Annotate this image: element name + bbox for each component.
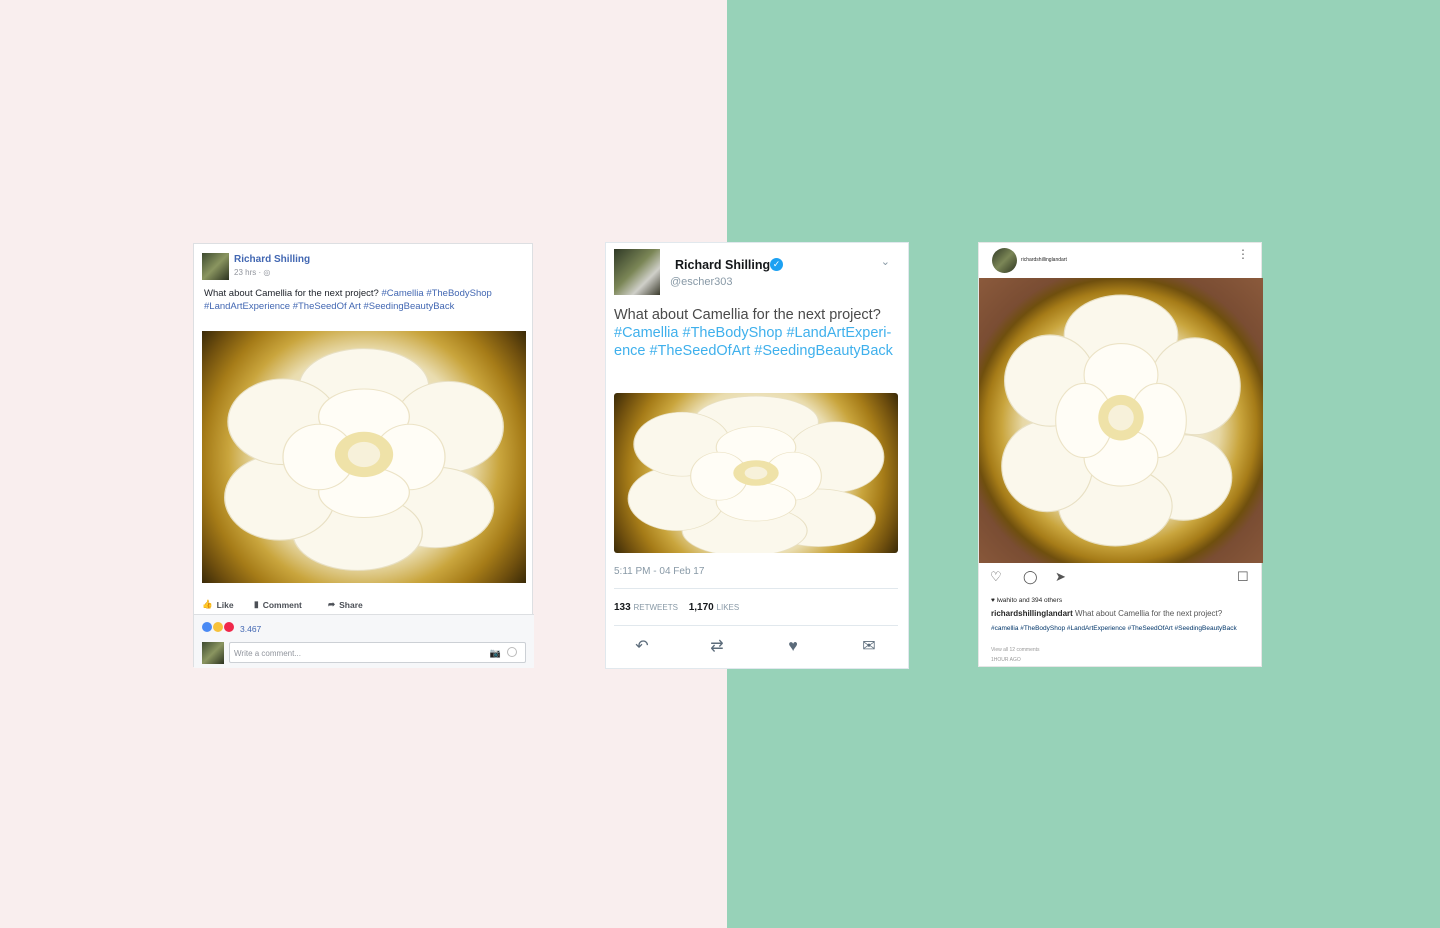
thumbs-up-icon: 👍 (202, 599, 213, 609)
chevron-down-icon[interactable]: ⌄ (881, 255, 890, 268)
post-text: What about Camellia for the next project… (204, 287, 524, 313)
camellia-flower-image (1001, 294, 1241, 547)
caption-username[interactable]: richardshillinglandart (991, 609, 1073, 618)
reaction-count[interactable]: 3.467 (240, 624, 261, 634)
tweet-timestamp[interactable]: 5:11 PM - 04 Feb 17 (614, 566, 704, 577)
post-text-plain: What about Camellia for the next project… (204, 288, 379, 299)
heart-small-icon: ♥ (991, 597, 995, 604)
tweet-image[interactable] (614, 393, 898, 553)
avatar[interactable] (614, 249, 660, 295)
message-icon[interactable]: ✉ (858, 639, 880, 655)
post-age: 1HOUR AGO (991, 657, 1021, 663)
love-reaction-icon (224, 622, 234, 632)
post-time: 23 hrs · ◎ (234, 268, 270, 277)
wow-reaction-icon (213, 622, 223, 632)
reactions-area: 3.467 Write a comment... 📷 (194, 614, 534, 668)
facebook-post-card: Richard Shilling 23 hrs · ◎ What about C… (193, 243, 534, 668)
divider (614, 625, 898, 626)
author-name[interactable]: Richard Shilling (234, 254, 310, 265)
share-icon: ➦ (328, 599, 336, 609)
author-name[interactable]: Richard Shilling (675, 258, 770, 272)
post-image[interactable] (979, 278, 1263, 563)
avatar[interactable] (202, 253, 229, 280)
reaction-icons[interactable] (202, 622, 234, 632)
commenter-avatar (202, 642, 224, 664)
likes-label: LIKES (716, 603, 740, 612)
retweet-icon[interactable]: ⇄ (706, 639, 728, 655)
likes-summary[interactable]: ♥ lwahito and 394 others (991, 597, 1062, 604)
caption-text: What about Camellia for the next project… (1075, 609, 1223, 618)
likes-text: lwahito and 394 others (996, 597, 1063, 604)
more-options-icon[interactable]: ⋮ (1237, 248, 1249, 260)
heart-icon[interactable]: ♥ (782, 639, 804, 655)
camera-icon[interactable]: 📷 (490, 648, 501, 659)
like-count[interactable]: 1,170 (689, 602, 714, 613)
avatar[interactable] (992, 248, 1017, 273)
share-label: Share (339, 599, 363, 610)
comment-label: Comment (262, 599, 302, 610)
globe-icon: ◎ (263, 268, 271, 277)
divider (614, 588, 898, 589)
username[interactable]: richardshillinglandart (1021, 257, 1067, 263)
twitter-post-card: Richard Shilling ✓ @escher303 ⌄ What abo… (605, 242, 909, 669)
like-reaction-icon (202, 622, 212, 632)
post-time-text: 23 hrs · (234, 268, 262, 277)
tweet-text-plain: What about Camellia for the next project… (614, 307, 881, 323)
camellia-flower-image (627, 395, 885, 553)
camellia-flower-image (224, 348, 504, 571)
comment-icon: ▮ (254, 599, 259, 609)
instagram-post-card: richardshillinglandart ⋮ ♡ ◯ ➤ ☐ ♥ lwahi (978, 242, 1263, 667)
action-bar: 👍 Like ▮ Comment ➦ Share (194, 596, 534, 614)
tweet-text: What about Camellia for the next project… (614, 306, 904, 360)
author-handle[interactable]: @escher303 (670, 276, 733, 288)
tweet-stats: 133 RETWEETS 1,170 LIKES (614, 602, 747, 613)
reply-icon[interactable]: ↶ (631, 639, 653, 655)
retweet-count[interactable]: 133 (614, 602, 631, 613)
retweets-label: RETWEETS (633, 603, 678, 612)
post-image[interactable] (202, 331, 526, 583)
share-button[interactable]: ➦ Share (328, 599, 363, 610)
like-label: Like (216, 599, 234, 610)
like-button[interactable]: 👍 Like (202, 599, 234, 610)
comment-button[interactable]: ▮ Comment (254, 599, 302, 610)
caption: richardshillinglandart What about Camell… (991, 609, 1253, 618)
comment-icon[interactable]: ◯ (1023, 569, 1038, 585)
view-all-comments-link[interactable]: View all 12 comments (991, 647, 1040, 653)
caption-hashtags[interactable]: #camellia #TheBodyShop #LandArtExperienc… (991, 624, 1241, 633)
comment-input[interactable]: Write a comment... 📷 (229, 642, 526, 663)
verified-badge-icon: ✓ (770, 258, 783, 271)
heart-icon[interactable]: ♡ (990, 569, 1002, 585)
emoji-icon[interactable] (507, 647, 517, 657)
send-icon[interactable]: ➤ (1055, 569, 1066, 585)
comment-placeholder: Write a comment... (234, 649, 301, 658)
bookmark-icon[interactable]: ☐ (1237, 569, 1249, 585)
tweet-hashtags[interactable]: #Camellia #TheBodyShop #LandArtExperi-en… (614, 325, 893, 359)
